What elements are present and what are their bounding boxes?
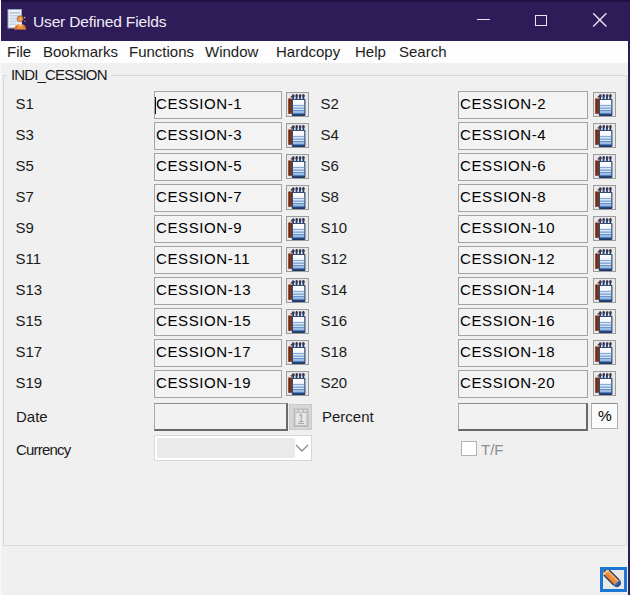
- svg-text:1: 1: [298, 412, 304, 423]
